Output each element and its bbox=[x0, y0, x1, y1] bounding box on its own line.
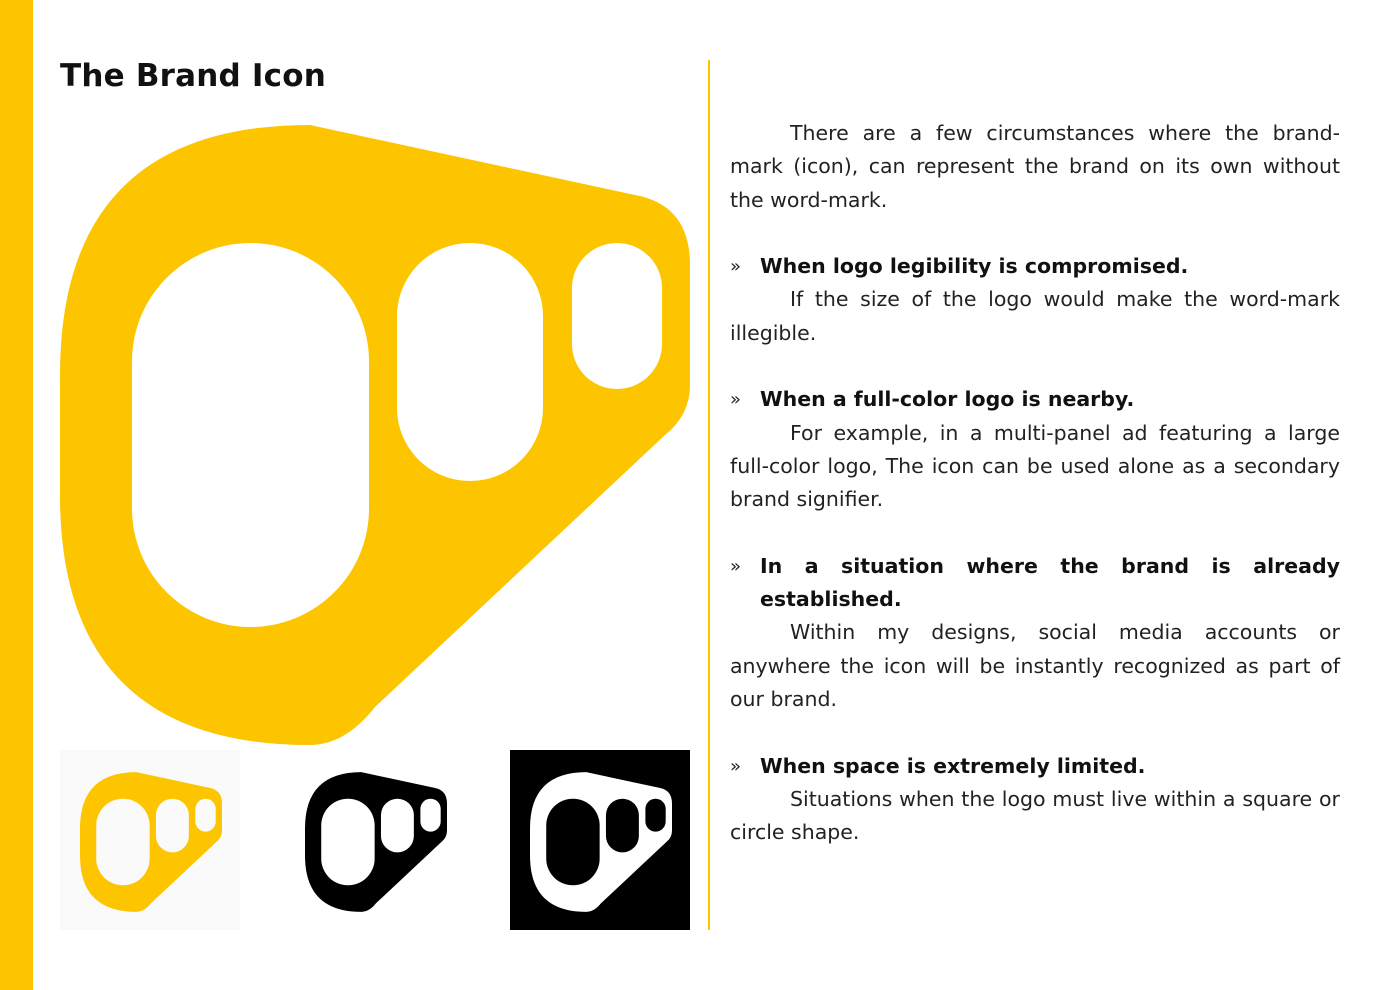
brand-icon-variant-inverted bbox=[510, 750, 690, 930]
bullet-heading: When logo legibility is compromised. bbox=[760, 254, 1189, 279]
bullet-item: » When logo legibility is compromised. bbox=[730, 250, 1340, 283]
vertical-divider bbox=[708, 60, 710, 930]
bullet-marker: » bbox=[730, 755, 742, 777]
bullet-item: » When a full-color logo is nearby. bbox=[730, 383, 1340, 416]
bullet-marker: » bbox=[730, 389, 742, 411]
brand-icon-variant-black bbox=[285, 750, 465, 930]
bullet-body: For example, in a multi-panel ad featuri… bbox=[730, 420, 1340, 512]
brand-icon-black-small bbox=[305, 772, 447, 912]
bullet-body: Situations when the logo must live withi… bbox=[730, 786, 1340, 845]
page-title: The Brand Icon bbox=[60, 58, 326, 94]
bullet-marker: » bbox=[730, 555, 742, 577]
bullet-heading: When space is extremely limited. bbox=[760, 753, 1146, 778]
brand-icon-yellow-small bbox=[80, 772, 222, 912]
bullet-heading: In a situation where the brand is alread… bbox=[760, 553, 1340, 612]
brand-icon-large bbox=[60, 125, 690, 745]
usage-guidelines: There are a few circumstances where the … bbox=[730, 117, 1340, 850]
left-accent-bar bbox=[0, 0, 33, 990]
bullet-body: If the size of the logo would make the w… bbox=[730, 287, 1340, 345]
bullet-body: Within my designs, social media accounts… bbox=[730, 620, 1340, 712]
intro-paragraph: There are a few circumstances where the … bbox=[730, 121, 1340, 212]
bullet-marker: » bbox=[730, 256, 742, 278]
bullet-heading: When a full-color logo is nearby. bbox=[760, 387, 1135, 412]
bullet-item: » When space is extremely limited. bbox=[730, 750, 1340, 783]
bullet-item: » In a situation where the brand is alre… bbox=[730, 550, 1340, 617]
brand-icon-inverted-small bbox=[530, 772, 672, 912]
brand-icon-variant-yellow bbox=[60, 750, 240, 930]
